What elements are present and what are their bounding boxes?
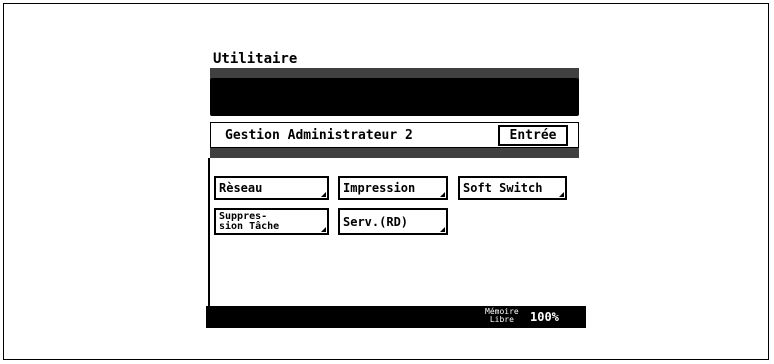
corner-arrow-icon [321,227,326,232]
free-memory-label: Mémoire Libre [485,308,519,324]
network-button[interactable]: Rèseau [214,176,329,200]
print-button-label: Impression [343,181,416,195]
print-button[interactable]: Impression [338,176,448,200]
free-memory-value: 100% [530,310,559,324]
delete-job-button[interactable]: Suppres- sion Tâche [214,208,329,235]
control-panel-screen: Gestion Administrateur 2 Entrée Rèseau I… [206,68,586,328]
corner-arrow-icon [440,192,445,197]
free-memory-label-line2: Libre [489,315,514,324]
dither-pattern-middle [210,148,579,158]
message-bar [210,78,579,116]
service-rd-button-label: Serv.(RD) [343,214,409,229]
section-title: Gestion Administrateur 2 [225,128,413,143]
panel-left-border [208,158,210,306]
network-button-label: Rèseau [219,181,263,195]
status-bar: Mémoire Libre 100% [206,306,586,328]
section-header: Gestion Administrateur 2 Entrée [210,122,579,148]
service-rd-button[interactable]: Serv.(RD) [338,208,448,235]
delete-job-label-line1: Suppres- [219,210,268,222]
enter-button[interactable]: Entrée [498,125,568,146]
soft-switch-button-label: Soft Switch [463,181,543,195]
screen-title: Utilitaire [213,51,298,67]
corner-arrow-icon [321,192,326,197]
soft-switch-button[interactable]: Soft Switch [458,176,567,200]
corner-arrow-icon [440,227,445,232]
delete-job-label-line2: sion Tâche [219,220,280,232]
corner-arrow-icon [559,192,564,197]
